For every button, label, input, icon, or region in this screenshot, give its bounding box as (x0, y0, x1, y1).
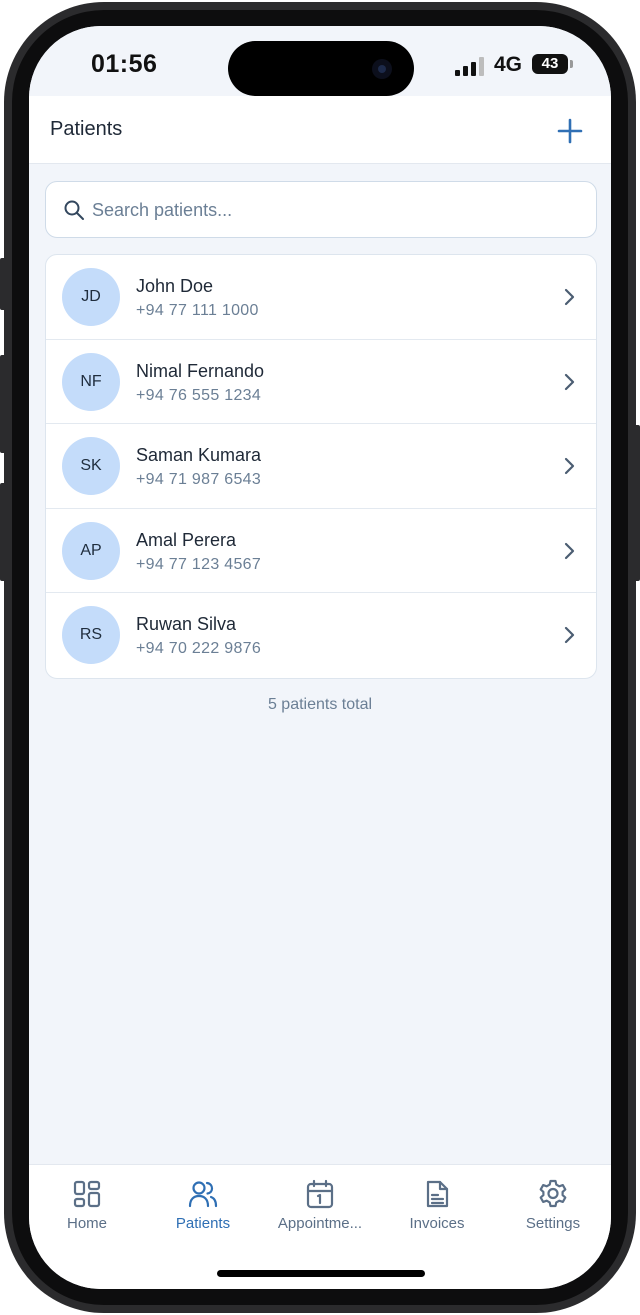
avatar: AP (62, 521, 120, 580)
patient-phone: +94 76 555 1234 (136, 386, 262, 404)
tab-label: Appointme... (277, 1215, 363, 1232)
volume-up-button (0, 355, 6, 453)
search-icon (64, 200, 84, 220)
tab-settings[interactable]: Settings (495, 1165, 611, 1245)
document-icon (426, 1180, 449, 1208)
plus-icon (557, 118, 583, 144)
chevron-right-icon (564, 627, 575, 644)
tab-label: Patients (175, 1215, 231, 1232)
patient-row[interactable]: RS Ruwan Silva +94 70 222 9876 (46, 593, 596, 678)
battery-icon: 43 (532, 54, 568, 74)
patient-row[interactable]: AP Amal Perera +94 77 123 4567 (46, 509, 596, 594)
volume-down-button (0, 483, 6, 581)
patient-list: JD John Doe +94 77 111 1000 NF Nimal Fer… (45, 254, 597, 679)
patients-total: 5 patients total (267, 696, 373, 713)
patient-name: Nimal Fernando (136, 360, 265, 381)
phone-device: 01:56 4G 43 Patients Search patients... … (0, 0, 640, 1315)
avatar: SK (62, 437, 120, 496)
chevron-right-icon (564, 542, 575, 559)
battery-tip (570, 60, 573, 68)
patient-phone: +94 77 111 1000 (136, 302, 259, 319)
patient-name: Ruwan Silva (136, 614, 237, 635)
avatar: RS (62, 606, 120, 665)
search-input[interactable] (92, 192, 582, 228)
chevron-right-icon (564, 288, 575, 306)
app-screen: 01:56 4G 43 Patients Search patients... … (29, 26, 611, 1289)
app-header: Patients (29, 96, 611, 164)
add-patient-button[interactable] (555, 116, 585, 146)
users-icon (188, 1181, 218, 1208)
patient-name: John Doe (136, 276, 214, 296)
tab-invoices[interactable]: Invoices (379, 1165, 495, 1245)
tab-appointments[interactable]: Appointme... (262, 1165, 378, 1245)
patient-phone: +94 77 123 4567 (136, 555, 262, 573)
patient-phone: +94 71 987 6543 (136, 471, 262, 489)
tab-label: Settings (525, 1215, 581, 1232)
patient-row[interactable]: JD John Doe +94 77 111 1000 (46, 255, 596, 340)
network-type: 4G (494, 53, 523, 76)
action-button (0, 258, 6, 310)
tab-label: Invoices (409, 1215, 465, 1232)
power-button (634, 425, 640, 581)
status-time: 01:56 (91, 50, 158, 78)
tab-home[interactable]: Home (29, 1165, 145, 1245)
calendar-icon (306, 1179, 334, 1209)
home-indicator (217, 1270, 425, 1277)
chevron-right-icon (564, 373, 575, 390)
patient-name: Amal Perera (136, 529, 237, 550)
tab-patients[interactable]: Patients (145, 1165, 261, 1245)
patient-row[interactable]: SK Saman Kumara +94 71 987 6543 (46, 424, 596, 509)
patient-name: Saman Kumara (136, 445, 262, 466)
chevron-right-icon (564, 458, 575, 475)
search-box (45, 181, 597, 238)
status-bar: 01:56 4G 43 (29, 26, 611, 96)
page-title: Patients (50, 118, 123, 140)
camera-icon (372, 59, 392, 79)
gear-icon (539, 1179, 567, 1208)
signal-icon (455, 56, 485, 76)
avatar: NF (62, 352, 120, 411)
avatar: JD (62, 268, 120, 326)
dynamic-island (228, 41, 414, 96)
patient-row[interactable]: NF Nimal Fernando +94 76 555 1234 (46, 340, 596, 425)
tab-label: Home (66, 1215, 107, 1232)
home-grid-icon (73, 1180, 101, 1208)
patient-phone: +94 70 222 9876 (136, 640, 262, 658)
